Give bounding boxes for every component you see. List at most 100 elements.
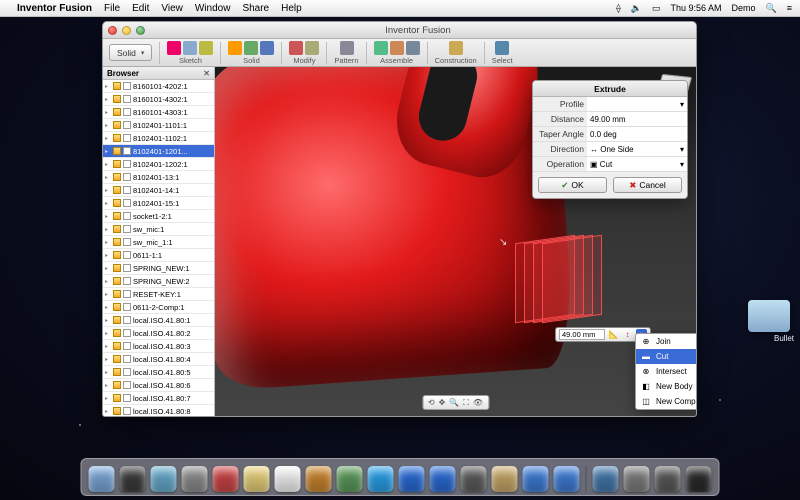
desktop-folder[interactable] <box>748 300 790 332</box>
extrude-taper-input[interactable] <box>590 128 684 140</box>
dock-app-icon[interactable] <box>306 466 332 492</box>
browser-item[interactable]: ▸local.ISO.41.80:7 <box>103 392 214 405</box>
toolbar-group-pattern[interactable]: Pattern <box>334 56 358 65</box>
dock-app-icon[interactable] <box>492 466 518 492</box>
dock-app-icon[interactable] <box>554 466 580 492</box>
disclosure-arrow-icon[interactable]: ▸ <box>105 304 111 311</box>
dock-app-icon[interactable] <box>399 466 425 492</box>
disclosure-arrow-icon[interactable]: ▸ <box>105 187 111 194</box>
disclosure-arrow-icon[interactable]: ▸ <box>105 317 111 324</box>
menubar-edit[interactable]: Edit <box>132 3 149 14</box>
browser-item[interactable]: ▸0611-2-Comp:1 <box>103 301 214 314</box>
browser-item[interactable]: ▸local.ISO.41.80:5 <box>103 366 214 379</box>
browser-item[interactable]: ▸local.ISO.41.80:3 <box>103 340 214 353</box>
disclosure-arrow-icon[interactable]: ▸ <box>105 265 111 272</box>
zoom-icon[interactable]: 🔍 <box>449 398 459 407</box>
visibility-checkbox[interactable] <box>123 394 131 402</box>
browser-item[interactable]: ▸8102401-14:1 <box>103 184 214 197</box>
solid-tool-3-icon[interactable] <box>260 41 274 55</box>
spotlight-icon[interactable]: 🔍 <box>766 3 777 14</box>
disclosure-arrow-icon[interactable]: ▸ <box>105 122 111 129</box>
browser-item[interactable]: ▸local.ISO.41.80:6 <box>103 379 214 392</box>
sketch-tool-3-icon[interactable] <box>199 41 213 55</box>
visibility-checkbox[interactable] <box>123 186 131 194</box>
menubar-app[interactable]: Inventor Fusion <box>17 3 92 14</box>
solid-tool-1-icon[interactable] <box>228 41 242 55</box>
dock-app-icon[interactable] <box>182 466 208 492</box>
dock-app-icon[interactable] <box>686 466 712 492</box>
notification-center-icon[interactable]: ≡ <box>787 3 792 13</box>
wifi-icon[interactable]: ⟠ <box>616 3 620 14</box>
modify-tool-1-icon[interactable] <box>289 41 303 55</box>
visibility-checkbox[interactable] <box>123 342 131 350</box>
toolbar-group-solid[interactable]: Solid <box>243 56 260 65</box>
disclosure-arrow-icon[interactable]: ▸ <box>105 135 111 142</box>
toolbar-group-assemble[interactable]: Assemble <box>380 56 413 65</box>
dock-app-icon[interactable] <box>523 466 549 492</box>
dock-app-icon[interactable] <box>120 466 146 492</box>
visibility-checkbox[interactable] <box>123 407 131 415</box>
browser-item[interactable]: ▸sw_mic_1:1 <box>103 236 214 249</box>
visibility-checkbox[interactable] <box>123 355 131 363</box>
dock-app-icon[interactable] <box>461 466 487 492</box>
browser-item[interactable]: ▸0611-1:1 <box>103 249 214 262</box>
pan-icon[interactable]: ✥ <box>439 398 446 407</box>
disclosure-arrow-icon[interactable]: ▸ <box>105 356 111 363</box>
display-mode-button[interactable]: Solid <box>109 44 152 61</box>
visibility-checkbox[interactable] <box>123 121 131 129</box>
assemble-tool-3-icon[interactable] <box>406 41 420 55</box>
extrude-drag-arrow-icon[interactable]: ↘ <box>499 237 507 248</box>
operation-menu-item[interactable]: ◧New Body <box>636 379 696 394</box>
disclosure-arrow-icon[interactable]: ▸ <box>105 83 111 90</box>
browser-item[interactable]: ▸SPRING_NEW:1 <box>103 262 214 275</box>
visibility-checkbox[interactable] <box>123 147 131 155</box>
disclosure-arrow-icon[interactable]: ▸ <box>105 330 111 337</box>
dock-app-icon[interactable] <box>593 466 619 492</box>
dock-app-icon[interactable] <box>430 466 456 492</box>
operation-menu-item[interactable]: ⊕Join <box>636 334 696 349</box>
pattern-tool-icon[interactable] <box>340 41 354 55</box>
dock-app-icon[interactable] <box>275 466 301 492</box>
visibility-checkbox[interactable] <box>123 329 131 337</box>
visibility-checkbox[interactable] <box>123 95 131 103</box>
browser-item[interactable]: ▸8102401-15:1 <box>103 197 214 210</box>
browser-item[interactable]: ▸8160101-4303:1 <box>103 106 214 119</box>
zoom-window-button[interactable] <box>136 26 145 35</box>
dock-app-icon[interactable] <box>337 466 363 492</box>
browser-item[interactable]: ▸8102401-1101:1 <box>103 119 214 132</box>
browser-item[interactable]: ▸8102401-1201... <box>103 145 214 158</box>
browser-item[interactable]: ▸8160101-4202:1 <box>103 80 214 93</box>
visibility-checkbox[interactable] <box>123 199 131 207</box>
extrude-preview[interactable] <box>515 239 610 334</box>
fit-icon[interactable]: ⛶ <box>463 398 469 408</box>
browser-item[interactable]: ▸local.ISO.41.80:8 <box>103 405 214 416</box>
visibility-checkbox[interactable] <box>123 212 131 220</box>
operation-menu-item[interactable]: ⊗Intersect <box>636 364 696 379</box>
model-body[interactable] <box>215 67 576 391</box>
direction-toggle-icon[interactable]: ↕ <box>622 329 633 340</box>
assemble-tool-2-icon[interactable] <box>390 41 404 55</box>
disclosure-arrow-icon[interactable]: ▸ <box>105 96 111 103</box>
toolbar-group-construction[interactable]: Construction <box>435 56 477 65</box>
browser-item[interactable]: ▸local.ISO.41.80:4 <box>103 353 214 366</box>
disclosure-arrow-icon[interactable]: ▸ <box>105 109 111 116</box>
disclosure-arrow-icon[interactable]: ▸ <box>105 395 111 402</box>
browser-item[interactable]: ▸local.ISO.41.80:2 <box>103 327 214 340</box>
disclosure-arrow-icon[interactable]: ▸ <box>105 278 111 285</box>
modify-tool-2-icon[interactable] <box>305 41 319 55</box>
dock-app-icon[interactable] <box>368 466 394 492</box>
visibility-checkbox[interactable] <box>123 82 131 90</box>
browser-item[interactable]: ▸8160101-4302:1 <box>103 93 214 106</box>
disclosure-arrow-icon[interactable]: ▸ <box>105 252 111 259</box>
select-tool-icon[interactable] <box>495 41 509 55</box>
dock-app-icon[interactable] <box>244 466 270 492</box>
operation-menu-item[interactable]: ◫New Component <box>636 394 696 409</box>
sketch-tool-1-icon[interactable] <box>167 41 181 55</box>
dock-app-icon[interactable] <box>624 466 650 492</box>
disclosure-arrow-icon[interactable]: ▸ <box>105 200 111 207</box>
disclosure-arrow-icon[interactable]: ▸ <box>105 148 111 155</box>
visibility-checkbox[interactable] <box>123 368 131 376</box>
visibility-checkbox[interactable] <box>123 381 131 389</box>
visibility-checkbox[interactable] <box>123 303 131 311</box>
solid-tool-2-icon[interactable] <box>244 41 258 55</box>
